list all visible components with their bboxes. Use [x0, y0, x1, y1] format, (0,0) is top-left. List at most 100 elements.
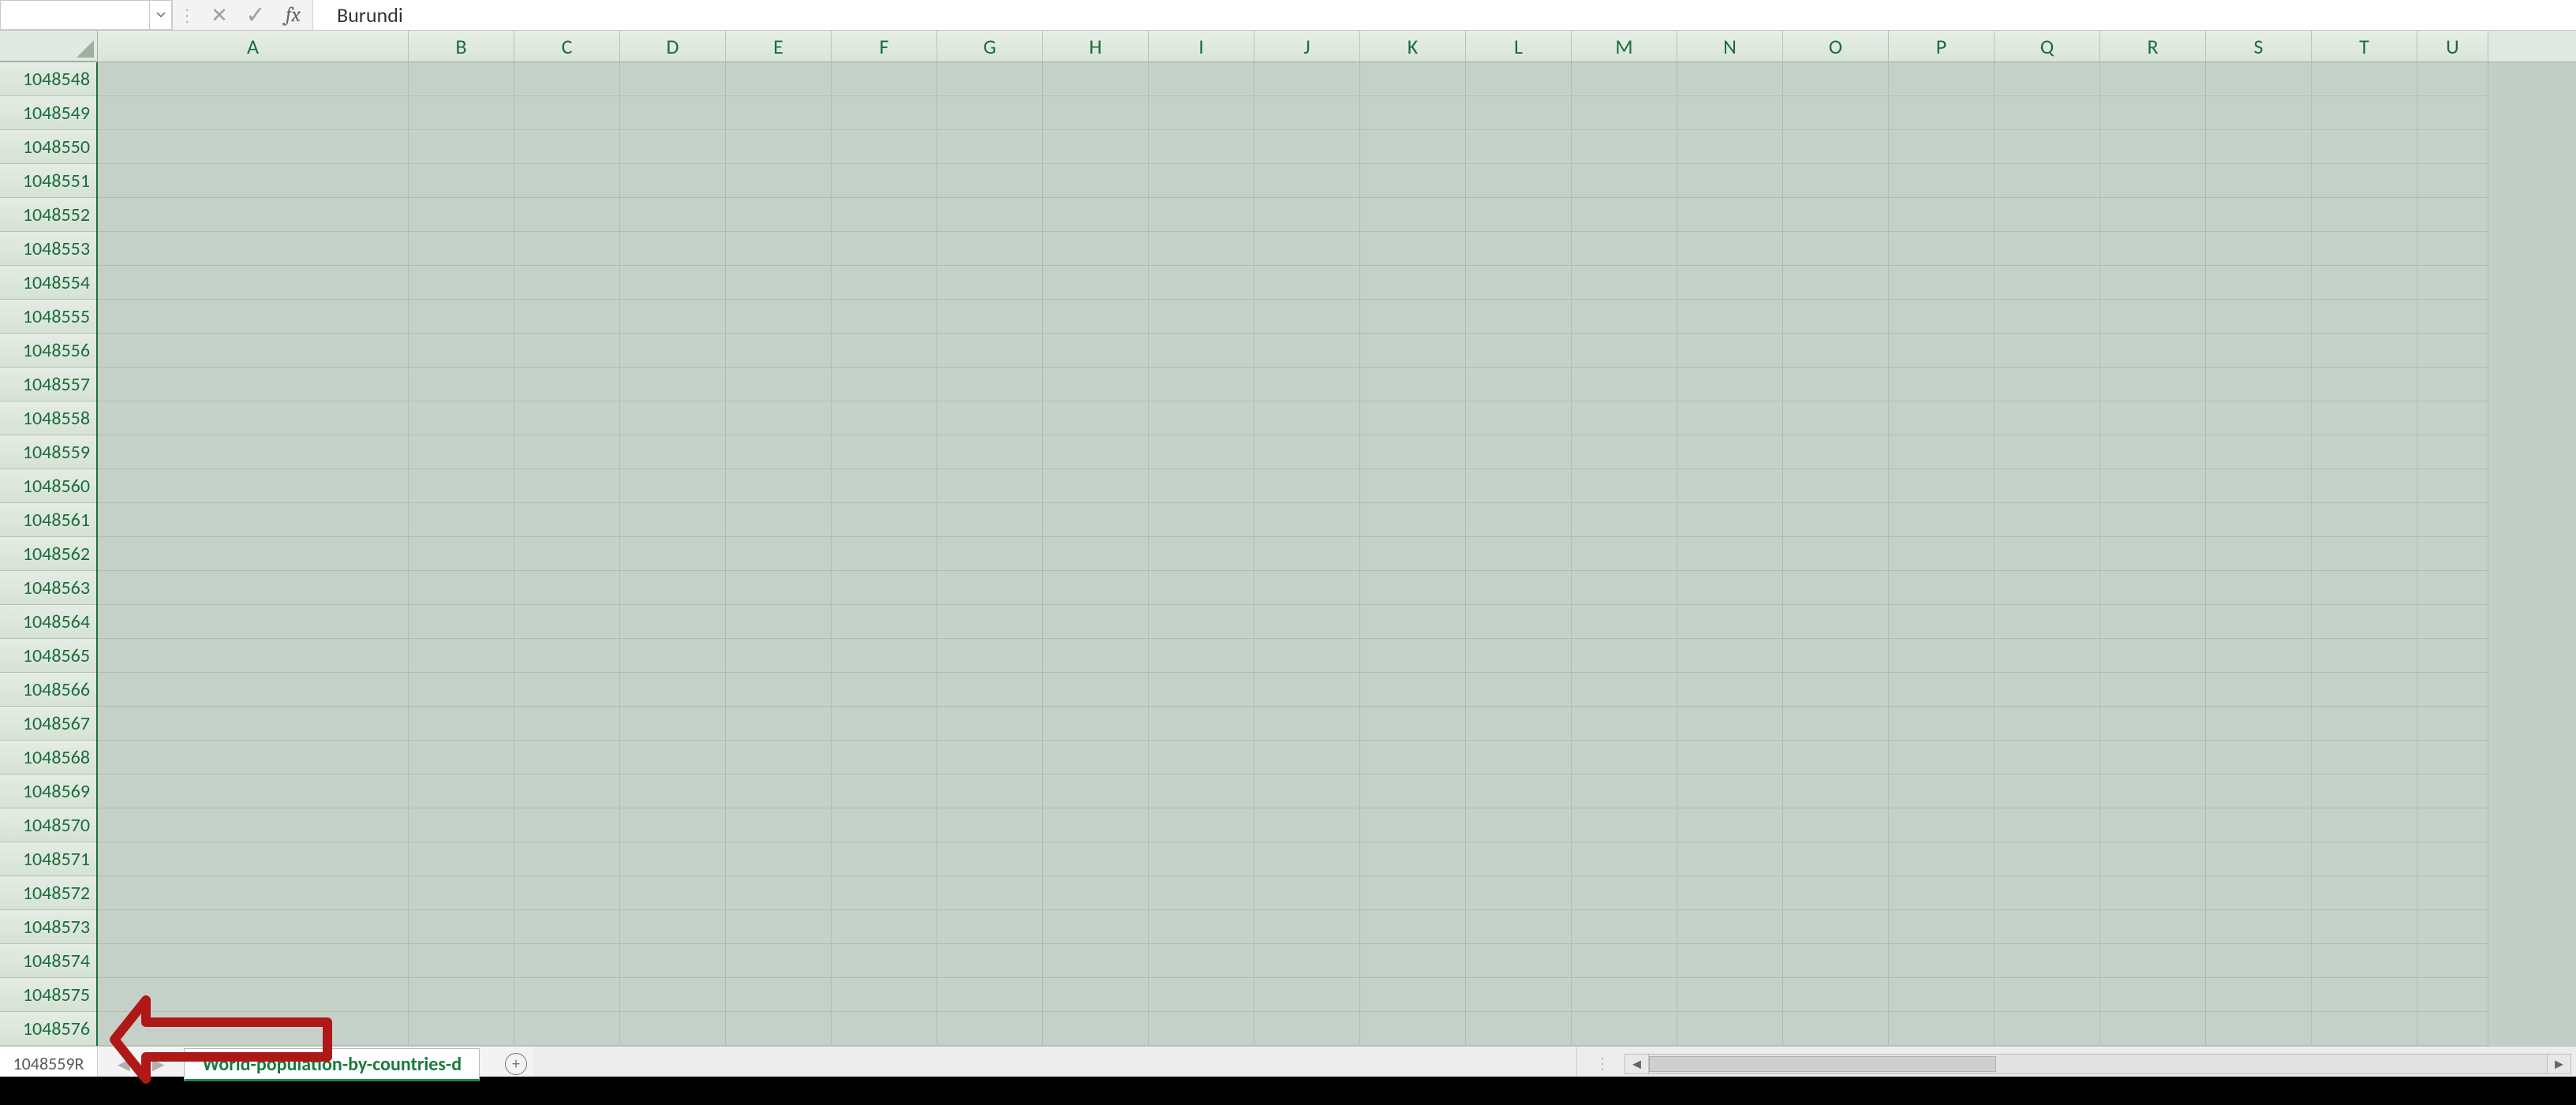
cell[interactable]	[1149, 232, 1254, 266]
cell[interactable]	[726, 300, 832, 334]
cell[interactable]	[937, 707, 1043, 741]
cell[interactable]	[937, 198, 1043, 232]
cell[interactable]	[1149, 1012, 1254, 1046]
cell[interactable]	[98, 910, 409, 944]
cell[interactable]	[514, 605, 620, 639]
column-header[interactable]: S	[2206, 31, 2312, 62]
cell[interactable]	[1254, 96, 1360, 130]
cell[interactable]	[1995, 741, 2100, 775]
horizontal-scrollbar[interactable]: ◄ ►	[1624, 1054, 2571, 1074]
cell[interactable]	[2100, 368, 2206, 401]
cell[interactable]	[2312, 775, 2417, 808]
cell[interactable]	[98, 978, 409, 1012]
cell[interactable]	[726, 775, 832, 808]
cell[interactable]	[1783, 944, 1889, 978]
cell[interactable]	[832, 910, 937, 944]
cell[interactable]	[832, 96, 937, 130]
cell[interactable]	[1783, 876, 1889, 910]
cell[interactable]	[1254, 639, 1360, 673]
cell[interactable]	[1254, 435, 1360, 469]
column-header[interactable]: U	[2417, 31, 2488, 62]
cell[interactable]	[98, 775, 409, 808]
column-header[interactable]: E	[726, 31, 832, 62]
cell[interactable]	[726, 232, 832, 266]
cell[interactable]	[98, 368, 409, 401]
column-header[interactable]: M	[1572, 31, 1677, 62]
cell[interactable]	[937, 639, 1043, 673]
cell[interactable]	[2206, 164, 2312, 198]
cell[interactable]	[620, 537, 726, 571]
cell[interactable]	[726, 435, 832, 469]
cell[interactable]	[1466, 910, 1572, 944]
cell[interactable]	[1254, 707, 1360, 741]
cell[interactable]	[620, 978, 726, 1012]
cell[interactable]	[2312, 401, 2417, 435]
cell[interactable]	[832, 537, 937, 571]
cell[interactable]	[409, 232, 514, 266]
cell[interactable]	[1043, 62, 1149, 96]
cell[interactable]	[1889, 944, 1995, 978]
row-header[interactable]: 1048569	[0, 775, 96, 808]
cell[interactable]	[832, 266, 937, 300]
cell[interactable]	[937, 842, 1043, 876]
cell[interactable]	[1043, 503, 1149, 537]
cell[interactable]	[726, 707, 832, 741]
cell[interactable]	[2312, 435, 2417, 469]
column-header[interactable]: H	[1043, 31, 1149, 62]
cell[interactable]	[1995, 639, 2100, 673]
accept-formula-button[interactable]: ✓	[237, 0, 274, 30]
cell[interactable]	[1783, 266, 1889, 300]
cell[interactable]	[937, 537, 1043, 571]
cell[interactable]	[409, 775, 514, 808]
cell[interactable]	[1572, 537, 1677, 571]
cell[interactable]	[1254, 368, 1360, 401]
column-header[interactable]: T	[2312, 31, 2417, 62]
cell[interactable]	[409, 741, 514, 775]
cell[interactable]	[409, 334, 514, 368]
cell[interactable]	[832, 876, 937, 910]
cell[interactable]	[1572, 876, 1677, 910]
cell[interactable]	[1677, 300, 1783, 334]
cell[interactable]	[98, 503, 409, 537]
formula-input[interactable]: Burundi	[313, 0, 2576, 30]
cell[interactable]	[1783, 978, 1889, 1012]
cell[interactable]	[98, 944, 409, 978]
cell[interactable]	[1149, 62, 1254, 96]
cell[interactable]	[2312, 1012, 2417, 1046]
cell[interactable]	[1783, 503, 1889, 537]
cell[interactable]	[1254, 910, 1360, 944]
cell[interactable]	[2417, 503, 2488, 537]
cell[interactable]	[1677, 978, 1783, 1012]
cell[interactable]	[98, 537, 409, 571]
cell[interactable]	[937, 435, 1043, 469]
cell[interactable]	[514, 130, 620, 164]
row-header[interactable]: 1048576	[0, 1012, 96, 1046]
sheet-tab-active[interactable]: World-population-by-countries-d	[184, 1048, 480, 1081]
cell[interactable]	[620, 435, 726, 469]
cell[interactable]	[937, 401, 1043, 435]
cell[interactable]	[2100, 469, 2206, 503]
cell[interactable]	[1149, 300, 1254, 334]
cell[interactable]	[1783, 469, 1889, 503]
cell[interactable]	[409, 707, 514, 741]
cell[interactable]	[1254, 164, 1360, 198]
cell[interactable]	[98, 435, 409, 469]
hscroll-left-button[interactable]: ◄	[1625, 1055, 1649, 1073]
cell[interactable]	[937, 944, 1043, 978]
cell[interactable]	[514, 1012, 620, 1046]
cell[interactable]	[1572, 300, 1677, 334]
cell[interactable]	[409, 808, 514, 842]
cell[interactable]	[1360, 96, 1466, 130]
cell[interactable]	[514, 876, 620, 910]
cell[interactable]	[1360, 910, 1466, 944]
cell[interactable]	[2100, 164, 2206, 198]
cell[interactable]	[1783, 130, 1889, 164]
cell[interactable]	[726, 571, 832, 605]
cell[interactable]	[1043, 910, 1149, 944]
cell[interactable]	[937, 503, 1043, 537]
cell[interactable]	[1995, 808, 2100, 842]
cell[interactable]	[1783, 775, 1889, 808]
cell[interactable]	[1254, 300, 1360, 334]
cell[interactable]	[620, 334, 726, 368]
cell[interactable]	[1889, 96, 1995, 130]
